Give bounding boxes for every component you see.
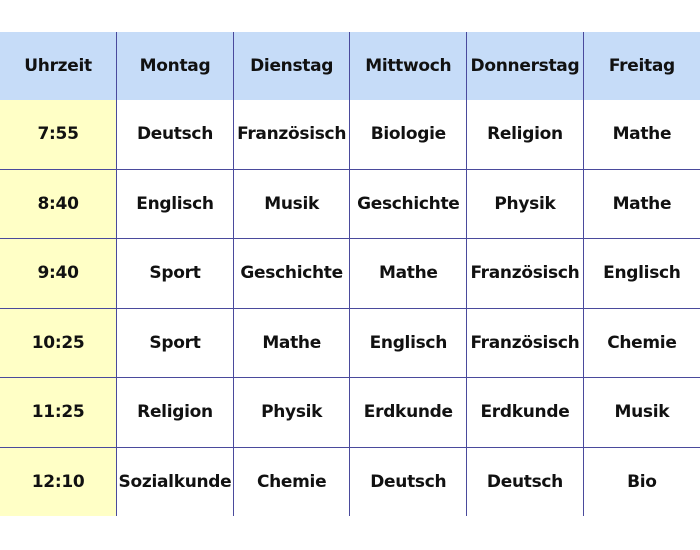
subject-cell: Deutsch — [116, 100, 234, 170]
subject-cell: Geschichte — [349, 168, 468, 239]
table-row: 8:40 Englisch Musik Geschichte Physik Mathe — [0, 168, 700, 239]
table-row: 10:25 Sport Mathe Englisch Französisch Chemie — [0, 307, 700, 378]
subject-cell: Englisch — [349, 307, 468, 378]
table-row: 9:40 Sport Geschichte Mathe Französisch Engli… — [0, 238, 700, 309]
time-cell: 8:40 — [0, 168, 118, 239]
time-cell: 12:10 — [0, 446, 118, 516]
time-cell: 11:25 — [0, 377, 118, 448]
column-header-uhrzeit: Uhrzeit — [0, 32, 118, 100]
subject-cell: Sport — [116, 307, 234, 378]
subject-cell: Erdkunde — [349, 377, 468, 448]
subject-cell: Englisch — [582, 238, 700, 309]
column-header-freitag: Freitag — [582, 32, 700, 100]
time-cell: 7:55 — [0, 100, 118, 170]
subject-cell: Mathe — [582, 100, 700, 170]
subject-cell: Biologie — [349, 100, 468, 170]
subject-cell: Geschichte — [232, 238, 351, 309]
subject-cell: Physik — [466, 168, 584, 239]
column-header-donnerstag: Donnerstag — [466, 32, 584, 100]
subject-cell: Sozialkunde — [116, 446, 234, 516]
subject-cell: Religion — [116, 377, 234, 448]
subject-cell: Deutsch — [466, 446, 584, 516]
subject-cell: Französisch — [466, 307, 584, 378]
subject-cell: Physik — [232, 377, 351, 448]
subject-cell: Chemie — [232, 446, 351, 516]
timetable: Uhrzeit Montag Dienstag Mittwoch Donnerstag F… — [0, 32, 700, 516]
time-cell: 9:40 — [0, 238, 118, 309]
column-header-dienstag: Dienstag — [232, 32, 351, 100]
time-cell: 10:25 — [0, 307, 118, 378]
subject-cell: Erdkunde — [466, 377, 584, 448]
subject-cell: Musik — [232, 168, 351, 239]
table-row: 11:25 Religion Physik Erdkunde Erdkunde Musik — [0, 377, 700, 448]
subject-cell: Chemie — [582, 307, 700, 378]
subject-cell: Mathe — [582, 168, 700, 239]
subject-cell: Sport — [116, 238, 234, 309]
table-row: 12:10 Sozialkunde Chemie Deutsch Deutsch Bio — [0, 446, 700, 516]
table-row: 7:55 Deutsch Französisch Biologie Religion Ma… — [0, 100, 700, 170]
subject-cell: Mathe — [349, 238, 468, 309]
header-row: Uhrzeit Montag Dienstag Mittwoch Donnerstag F… — [0, 32, 700, 100]
subject-cell: Mathe — [232, 307, 351, 378]
subject-cell: Bio — [582, 446, 700, 516]
subject-cell: Französisch — [232, 100, 351, 170]
column-header-montag: Montag — [116, 32, 234, 100]
subject-cell: Französisch — [466, 238, 584, 309]
subject-cell: Musik — [582, 377, 700, 448]
subject-cell: Religion — [466, 100, 584, 170]
subject-cell: Englisch — [116, 168, 234, 239]
column-header-mittwoch: Mittwoch — [349, 32, 468, 100]
subject-cell: Deutsch — [349, 446, 468, 516]
